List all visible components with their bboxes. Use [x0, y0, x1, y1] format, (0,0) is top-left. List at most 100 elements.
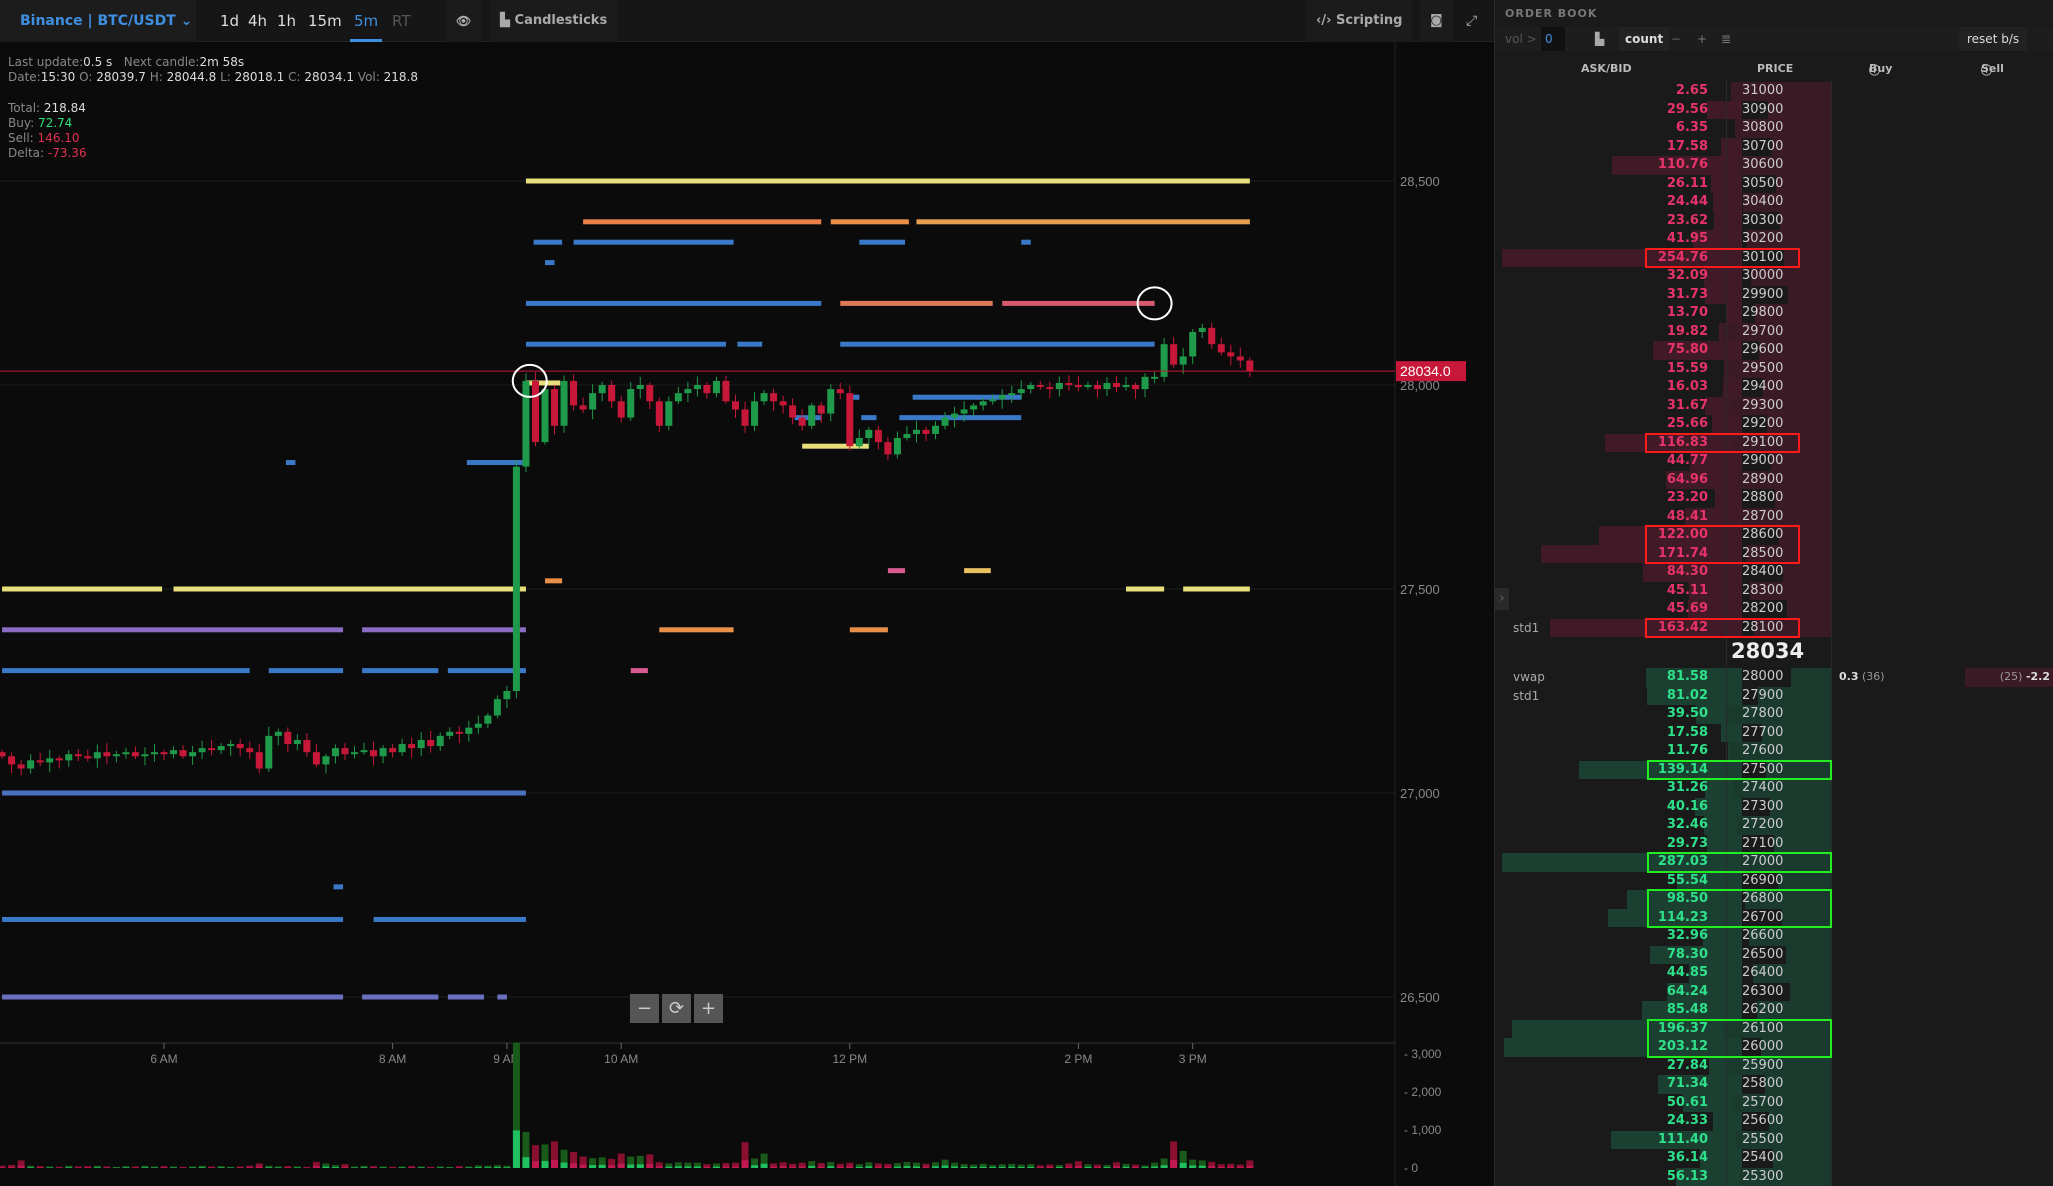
order-book-row[interactable]: 29.73 27100	[1495, 834, 2053, 853]
volume-bar-taker	[198, 1167, 206, 1168]
order-book-row[interactable]: 6.35 30800	[1495, 119, 2053, 138]
order-book-row[interactable]: 2.65 31000	[1495, 82, 2053, 101]
order-book-row[interactable]: 29.56 30900	[1495, 100, 2053, 119]
order-book-row[interactable]: 48.41 28700	[1495, 507, 2053, 526]
order-book-row[interactable]: 45.69 28200	[1495, 600, 2053, 619]
order-price: 30400	[1742, 194, 1784, 209]
order-book-row[interactable]: 41.95 30200	[1495, 230, 2053, 249]
order-book-row[interactable]: 50.61 25700	[1495, 1093, 2053, 1112]
volume-bar-taker	[1055, 1167, 1063, 1168]
order-book-row[interactable]: 16.03 29400	[1495, 378, 2053, 397]
order-level	[2, 668, 250, 674]
visibility-toggle-icon[interactable]: 👁	[446, 0, 482, 42]
candle-body	[874, 429, 882, 443]
order-book-row[interactable]: 64.24 26300	[1495, 982, 2053, 1001]
order-book-row[interactable]: 19.82 29700	[1495, 322, 2053, 341]
order-book-row[interactable]: 15.59 29500	[1495, 359, 2053, 378]
list-icon[interactable]: ≣	[1721, 27, 1731, 51]
candle-body	[1113, 382, 1120, 388]
volume-bar-taker	[122, 1167, 130, 1168]
candle-body	[341, 748, 349, 755]
volume-bar-taker	[512, 1130, 520, 1168]
order-book-row[interactable]: 27.84 25900	[1495, 1056, 2053, 1075]
price-chart[interactable]: 28,50028,00027,50027,00026,5006 AM 8 AM 9 …	[0, 42, 1494, 1186]
order-book-row[interactable]: 56.13 25300	[1495, 1167, 2053, 1186]
order-book-row[interactable]: 78.30 26500	[1495, 945, 2053, 964]
candle-body	[46, 758, 54, 763]
timeframe-15m[interactable]: 15m	[304, 0, 346, 42]
candle-body	[665, 401, 673, 426]
order-book-row[interactable]: 32.96 26600	[1495, 927, 2053, 946]
order-book-row[interactable]: 26.11 30500	[1495, 174, 2053, 193]
timeframe-1d[interactable]: 1d	[216, 0, 243, 42]
order-book-row[interactable]: 75.80 29600	[1495, 341, 2053, 360]
zoom-in-button[interactable]: +	[694, 994, 723, 1023]
order-book-row[interactable]: 81.02 27900	[1495, 686, 2053, 705]
collapse-arrow-icon[interactable]: ›	[1495, 588, 1509, 610]
reset-zoom-button[interactable]: ⟳	[662, 994, 691, 1023]
zoom-out-button[interactable]: −	[630, 994, 659, 1023]
volume-bar-taker	[941, 1165, 949, 1168]
order-book-row[interactable]: 17.58 30700	[1495, 137, 2053, 156]
decrease-button[interactable]: −	[1671, 27, 1681, 51]
timeframe-RT[interactable]: RT	[388, 0, 415, 42]
order-book-row[interactable]: 64.96 28900	[1495, 470, 2053, 489]
order-amount: 111.40	[1657, 1131, 1708, 1147]
current-price-label: 28034.0	[1400, 363, 1451, 379]
fullscreen-icon[interactable]: ⤢	[1466, 0, 1477, 42]
order-book-row[interactable]: 45.11 28300	[1495, 581, 2053, 600]
order-book-row[interactable]: 110.76 30600	[1495, 156, 2053, 175]
order-book-row[interactable]: 71.34 25800	[1495, 1075, 2053, 1094]
order-book-row[interactable]: 31.26 27400	[1495, 779, 2053, 798]
order-book-row[interactable]: 17.58 27700	[1495, 723, 2053, 742]
candle-body	[989, 399, 997, 402]
order-level	[1002, 300, 1155, 306]
volume-bar-taker	[751, 1165, 759, 1168]
scripting-button[interactable]: ‹/› Scripting	[1306, 0, 1413, 42]
market-selector[interactable]: Binance | BTC/USDT ⌄	[0, 0, 196, 42]
order-book-row[interactable]: 23.62 30300	[1495, 211, 2053, 230]
order-book-row[interactable]: 55.54 26900	[1495, 871, 2053, 890]
order-book-row[interactable]: 111.40 25500	[1495, 1130, 2053, 1149]
count-toggle[interactable]: count	[1619, 27, 1670, 51]
order-book-row[interactable]: 40.16 27300	[1495, 797, 2053, 816]
order-book-row[interactable]: 24.33 25600	[1495, 1112, 2053, 1131]
timeframe-1h[interactable]: 1h	[273, 0, 300, 42]
info-icon[interactable]: ⓘ	[1981, 62, 1992, 78]
order-book-row[interactable]: 44.77 29000	[1495, 452, 2053, 471]
vol-filter-input[interactable]: 0	[1541, 27, 1565, 51]
candle-body	[693, 385, 701, 390]
volume-bar-taker	[455, 1167, 463, 1168]
order-book-row[interactable]: 85.48 26200	[1495, 1001, 2053, 1020]
info-icon[interactable]: ⓘ	[1869, 62, 1880, 78]
order-price: 27400	[1742, 780, 1784, 795]
order-book-row[interactable]: 31.73 29900	[1495, 285, 2053, 304]
chart-type-button[interactable]: ▙ Candlesticks	[490, 0, 618, 42]
timeframe-4h[interactable]: 4h	[244, 0, 271, 42]
order-level	[268, 668, 344, 674]
order-level	[362, 668, 439, 674]
candle-body	[27, 760, 35, 769]
order-book-row[interactable]: 31.67 29300	[1495, 396, 2053, 415]
increase-button[interactable]: +	[1697, 27, 1707, 51]
timeframe-5m[interactable]: 5m	[350, 0, 383, 42]
order-book-row[interactable]: 25.66 29200	[1495, 415, 2053, 434]
reset-button[interactable]: reset b/s	[1959, 27, 2028, 51]
order-book-row[interactable]: 32.09 30000	[1495, 267, 2053, 286]
order-book-row[interactable]: 23.20 28800	[1495, 489, 2053, 508]
order-book-row[interactable]: 32.46 27200	[1495, 816, 2053, 835]
order-book-row[interactable]: 84.30 28400	[1495, 563, 2053, 582]
depth-bar	[1704, 267, 1742, 286]
order-book-row[interactable]: 44.85 26400	[1495, 964, 2053, 983]
candle-body	[131, 752, 139, 757]
order-book-row[interactable]: 13.70 29800	[1495, 304, 2053, 323]
order-book-row[interactable]: 11.76 27600	[1495, 742, 2053, 761]
order-price: 29600	[1742, 342, 1784, 357]
order-book-row[interactable]: 24.44 30400	[1495, 193, 2053, 212]
camera-icon[interactable]: ◙	[1420, 0, 1453, 42]
order-price: 28000	[1742, 669, 1784, 684]
order-book-row[interactable]: 39.50 27800	[1495, 705, 2053, 724]
order-book-row[interactable]: 36.14 25400	[1495, 1149, 2053, 1168]
order-amount: 6.35	[1675, 120, 1708, 135]
chart-icon[interactable]: ▙	[1595, 27, 1604, 51]
